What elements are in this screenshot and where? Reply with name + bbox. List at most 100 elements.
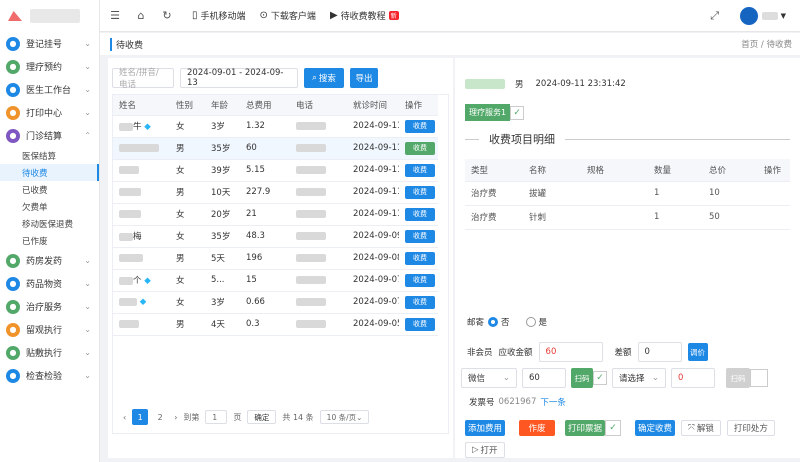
print-ticket-button[interactable]: 打印票据 xyxy=(565,420,605,436)
charge-button[interactable]: 收费 xyxy=(405,141,435,155)
sidebar-subitem[interactable]: 已作废 xyxy=(0,232,99,249)
charge-button[interactable]: 收费 xyxy=(405,295,435,309)
sidebar-item[interactable]: ● 贴敷执行 ⌄ xyxy=(0,341,99,364)
scan-check-icon-empty[interactable] xyxy=(750,369,768,387)
add-fee-button[interactable]: 添加费用 xyxy=(465,420,505,436)
diff-amount-input[interactable]: 0 xyxy=(637,342,682,362)
visit-time: 2024-09-11 23:31:42 xyxy=(535,79,626,89)
sidebar-item[interactable]: ● 登记挂号 ⌄ xyxy=(0,32,99,55)
action-cell: 收费 xyxy=(399,137,438,160)
invoice-row: 发票号 0621967 下一条 xyxy=(469,396,566,408)
phone-mask xyxy=(296,121,326,130)
scan-button[interactable]: 扫码 xyxy=(571,368,593,388)
sidebar-item[interactable]: ● 理疗预约 ⌄ xyxy=(0,55,99,78)
date-range-input[interactable]: 2024-09-01 - 2024-09-13 xyxy=(180,68,298,88)
charge-button[interactable]: 收费 xyxy=(405,185,435,199)
void-button[interactable]: 作废 xyxy=(519,420,555,436)
sidebar-item[interactable]: ● 药品物资 ⌄ xyxy=(0,272,99,295)
sex-cell: 女 xyxy=(170,203,205,226)
breadcrumb-home[interactable]: 首页 xyxy=(741,40,758,50)
page-number[interactable]: 2 xyxy=(152,409,168,425)
vip-diamond-icon: ◆ xyxy=(137,297,147,307)
page-input[interactable]: 1 xyxy=(205,410,228,424)
username[interactable] xyxy=(761,11,778,20)
name-mask xyxy=(119,187,141,196)
service-tag[interactable]: 理疗服务1 xyxy=(465,104,511,121)
name-mask xyxy=(119,276,133,285)
charge-button[interactable]: 收费 xyxy=(405,273,435,287)
sidebar-subitem[interactable]: 欠费单 xyxy=(0,198,99,215)
table-row[interactable]: 男 35岁 60 2024-09-11 收费 xyxy=(113,137,438,160)
charge-button[interactable]: 收费 xyxy=(405,163,435,177)
scan-check-icon[interactable]: ✓ xyxy=(593,371,607,385)
mail-yes-radio[interactable] xyxy=(525,317,536,327)
table-row[interactable]: ◆ 女 3岁 0.66 2024-09-07 收费 xyxy=(113,291,438,314)
page-size-select[interactable]: 10 条/页 ⌄ xyxy=(319,410,370,424)
mobile-link[interactable]: ▯ 手机移动端 xyxy=(192,9,246,22)
sidebar-item[interactable]: ● 医生工作台 ⌄ xyxy=(0,78,99,101)
table-row[interactable]: 个 ◆ 女 5... 15 2024-09-07 收费 xyxy=(113,269,438,292)
goto-confirm-button[interactable]: 确定 xyxy=(247,410,277,424)
unlock-label: 解锁 xyxy=(696,424,714,434)
next-page-icon[interactable]: › xyxy=(174,413,177,422)
sidebar-item[interactable]: ● 打印中心 ⌄ xyxy=(0,101,99,124)
next-invoice-link[interactable]: 下一条 xyxy=(540,396,566,408)
service-check-icon[interactable]: ✓ xyxy=(510,105,525,120)
menu-icon: ● xyxy=(6,253,20,268)
patient-name-cell: ◆ xyxy=(113,291,170,314)
unlock-button[interactable]: ⤧ 解锁 xyxy=(681,420,721,436)
user-dropdown-icon[interactable]: ▼ xyxy=(781,12,786,20)
refresh-icon[interactable]: ↻ xyxy=(156,9,178,22)
table-row[interactable]: 牛 ◆ 女 3岁 1.32 2024-09-11 收费 xyxy=(113,115,438,138)
table-row[interactable]: 女 20岁 21 2024-09-11 收费 xyxy=(113,203,438,226)
charge-button[interactable]: 收费 xyxy=(405,207,435,221)
payment-amount-input[interactable]: 60 xyxy=(522,368,566,388)
avatar[interactable] xyxy=(739,6,758,25)
confirm-charge-button[interactable]: 确定收费 xyxy=(635,420,675,436)
due-amount-input[interactable]: 60 xyxy=(538,342,603,362)
prev-page-icon[interactable]: ‹ xyxy=(123,413,126,422)
fee-cell: 60 xyxy=(240,137,290,160)
payment-method-select[interactable]: 微信 ⌄ xyxy=(461,368,517,388)
sidebar-item[interactable]: ● 治疗服务 ⌄ xyxy=(0,295,99,318)
table-row[interactable]: 梅 女 35岁 48.3 2024-09-09 收费 xyxy=(113,225,438,248)
page-unit: 页 xyxy=(233,412,242,422)
export-button[interactable]: 导出 xyxy=(350,68,378,88)
sidebar-subitem[interactable]: 医保结算 xyxy=(0,147,99,164)
sidebar-subitem[interactable]: 移动医保退费 xyxy=(0,215,99,232)
table-row[interactable]: 女 39岁 5.15 2024-09-11 收费 xyxy=(113,159,438,182)
search-input[interactable]: 姓名/拼音/电话 xyxy=(112,68,174,90)
mail-no-radio[interactable] xyxy=(488,317,499,327)
amount-row: 非会员 应收金额 60 差额 0 调价 xyxy=(467,342,708,362)
open-button[interactable]: ▷ 打开 xyxy=(465,442,505,458)
download-link[interactable]: ⊙ 下载客户端 xyxy=(260,9,316,22)
scan-button-disabled[interactable]: 扫码 xyxy=(726,368,750,388)
print-ticket-check-icon[interactable]: ✓ xyxy=(605,420,621,436)
table-row[interactable]: 男 10天 227.9 2024-09-11 收费 xyxy=(113,181,438,204)
fullscreen-icon[interactable]: ⤢ xyxy=(704,9,726,23)
chevron-down-icon: ⌄ xyxy=(84,348,91,357)
sidebar-item[interactable]: ● 检查检验 ⌄ xyxy=(0,364,99,387)
second-amount-input[interactable]: 0 xyxy=(671,368,715,388)
table-row[interactable]: 男 5天 196 2024-09-08 收费 xyxy=(113,247,438,270)
sidebar-item[interactable]: ● 门诊结算 ⌃ xyxy=(0,124,99,147)
search-button[interactable]: ⌕ 搜索 xyxy=(304,68,344,88)
page-number[interactable]: 1 xyxy=(132,409,149,425)
sidebar-subitem[interactable]: 待收费 xyxy=(0,164,99,181)
second-method-select[interactable]: 请选择 ⌄ xyxy=(612,368,666,388)
tutorial-link[interactable]: ▶ 待收费教程新 xyxy=(330,9,399,22)
date-cell: 2024-09-11 xyxy=(347,159,399,182)
charge-button[interactable]: 收费 xyxy=(405,229,435,243)
charge-button[interactable]: 收费 xyxy=(405,317,435,331)
charge-button[interactable]: 收费 xyxy=(405,119,435,133)
menu-toggle-icon[interactable]: ☰ xyxy=(104,9,126,22)
print-rx-button[interactable]: 打印处方 xyxy=(726,420,775,436)
sidebar-item[interactable]: ● 药房发药 ⌄ xyxy=(0,249,99,272)
home-icon[interactable]: ⌂ xyxy=(130,9,152,22)
table-row[interactable]: 男 4天 0.3 2024-09-05 收费 xyxy=(113,313,438,336)
sidebar-item[interactable]: ● 留观执行 ⌄ xyxy=(0,318,99,341)
sidebar-subitem[interactable]: 已收费 xyxy=(0,181,99,198)
sex-cell: 男 xyxy=(170,137,205,160)
adjust-price-button[interactable]: 调价 xyxy=(687,343,708,361)
charge-button[interactable]: 收费 xyxy=(405,251,435,265)
